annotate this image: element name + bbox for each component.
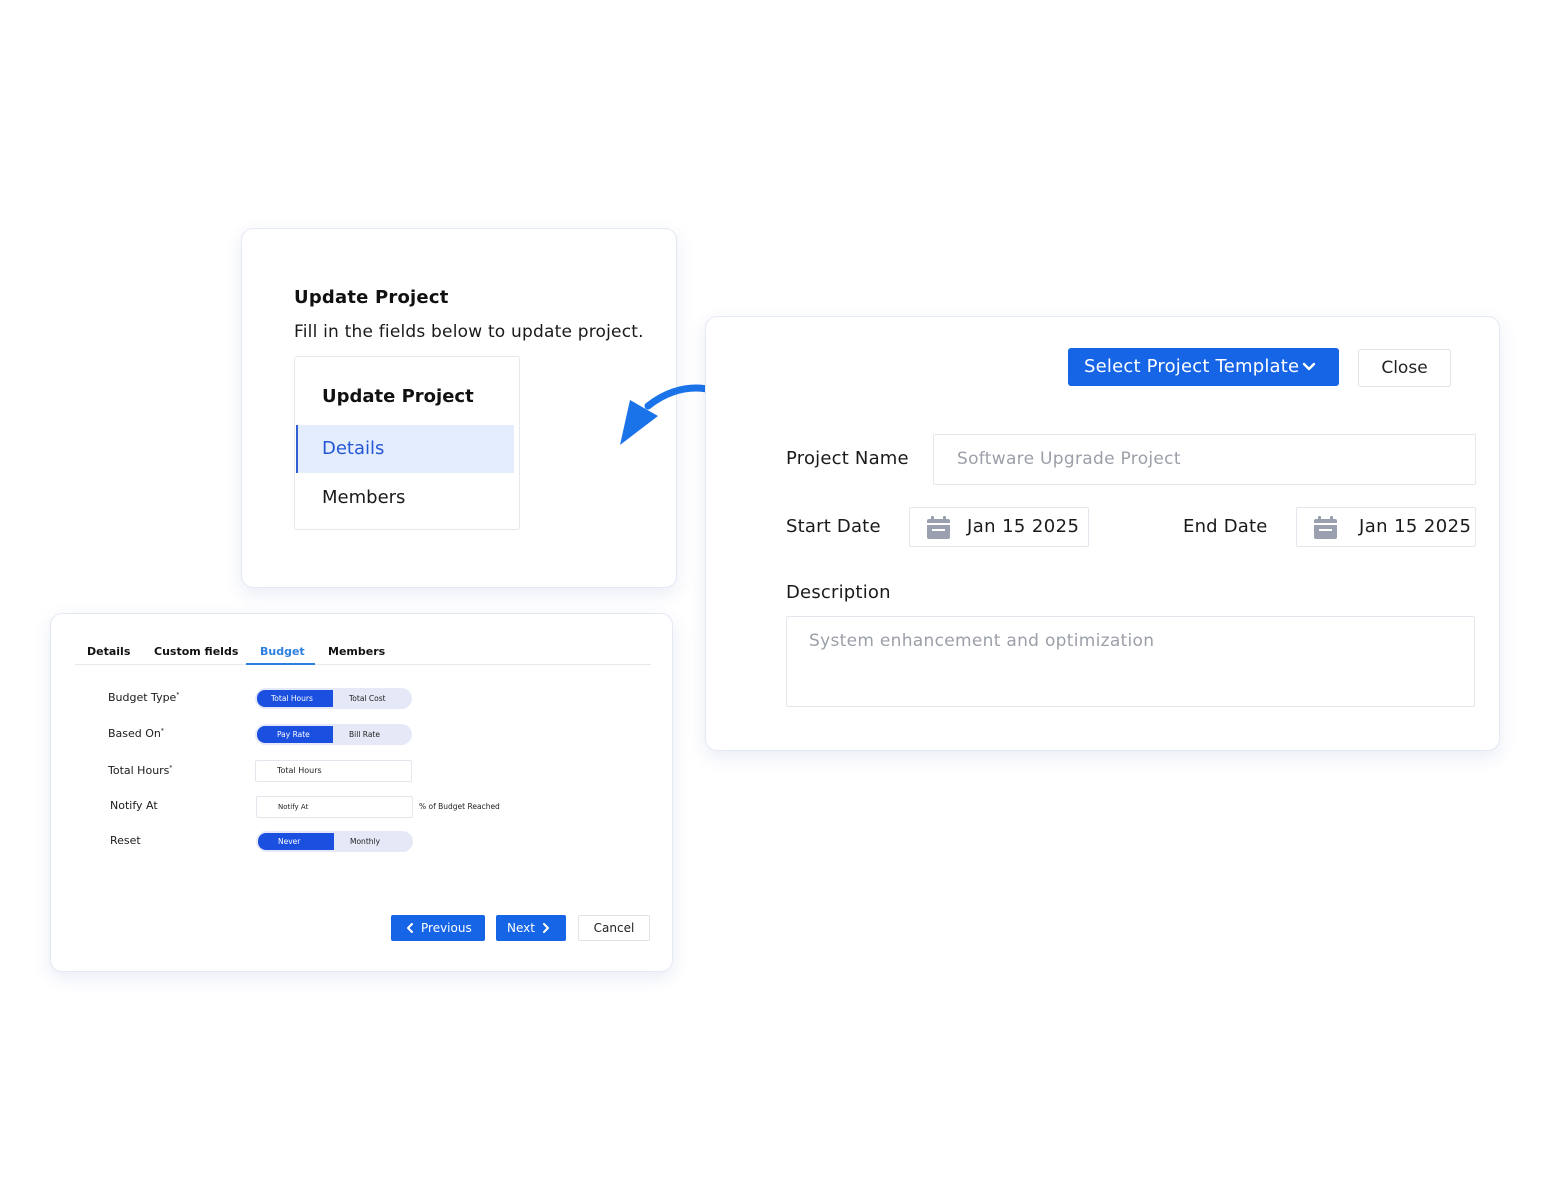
start-date-picker[interactable]: Jan 15 2025 (909, 507, 1089, 547)
reset-label: Reset (110, 834, 141, 847)
calendar-icon (927, 516, 950, 539)
start-date-label: Start Date (786, 516, 881, 537)
update-project-subtitle: Fill in the fields below to update proje… (294, 322, 644, 342)
start-date-value: Jan 15 2025 (967, 516, 1080, 537)
end-date-value: Jan 15 2025 (1359, 516, 1472, 537)
menu-item-members[interactable]: Members (296, 474, 514, 522)
close-button[interactable]: Close (1358, 349, 1451, 387)
reset-toggle: Never Monthly (256, 831, 413, 852)
previous-button[interactable]: Previous (391, 915, 485, 941)
project-name-input[interactable]: Software Upgrade Project (933, 434, 1476, 485)
previous-label: Previous (421, 921, 472, 935)
tab-custom-fields[interactable]: Custom fields (154, 645, 238, 658)
end-date-picker[interactable]: Jan 15 2025 (1296, 507, 1476, 547)
total-hours-input[interactable]: Total Hours (255, 760, 412, 782)
reset-option-monthly[interactable]: Monthly (350, 831, 380, 852)
chevron-right-icon (543, 923, 549, 933)
update-project-title: Update Project (294, 287, 449, 308)
budget-type-toggle: Total Hours Total Cost (255, 688, 412, 709)
cancel-button[interactable]: Cancel (578, 915, 650, 941)
chevron-down-icon (1302, 362, 1316, 371)
reset-option-never[interactable]: Never (258, 833, 334, 850)
description-textarea[interactable]: System enhancement and optimization (786, 616, 1475, 707)
project-name-label: Project Name (786, 448, 909, 469)
chevron-left-icon (407, 923, 413, 933)
based-on-option-pay-rate[interactable]: Pay Rate (257, 726, 333, 743)
tab-budget[interactable]: Budget (260, 645, 305, 658)
budget-type-option-total-cost[interactable]: Total Cost (349, 688, 386, 709)
calendar-icon (1314, 516, 1337, 539)
template-button-label: Select Project Template (1084, 356, 1300, 377)
notify-at-input[interactable]: Notify At (256, 796, 413, 818)
tab-members[interactable]: Members (328, 645, 385, 658)
based-on-option-bill-rate[interactable]: Bill Rate (349, 724, 380, 745)
budget-type-label: Budget Type* (108, 691, 180, 704)
menu-title: Update Project (322, 386, 474, 407)
next-label: Next (507, 921, 535, 935)
tab-details[interactable]: Details (87, 645, 130, 658)
budget-tabs: Details Custom fields Budget Members (75, 638, 651, 665)
menu-item-details[interactable]: Details (296, 425, 514, 473)
active-tab-indicator (246, 663, 315, 665)
select-project-template-button[interactable]: Select Project Template (1068, 348, 1339, 386)
based-on-label: Based On* (108, 727, 164, 740)
based-on-toggle: Pay Rate Bill Rate (255, 724, 412, 745)
notify-at-label: Notify At (110, 799, 158, 812)
end-date-label: End Date (1183, 516, 1268, 537)
update-project-menu: Update Project Details Members (294, 356, 520, 530)
project-form-card: Select Project Template Close Project Na… (705, 316, 1500, 751)
description-label: Description (786, 582, 891, 603)
budget-card: Details Custom fields Budget Members Bud… (50, 613, 673, 972)
notify-at-suffix: % of Budget Reached (419, 802, 500, 811)
total-hours-label: Total Hours* (108, 764, 173, 777)
next-button[interactable]: Next (496, 915, 566, 941)
budget-type-option-total-hours[interactable]: Total Hours (257, 690, 333, 707)
